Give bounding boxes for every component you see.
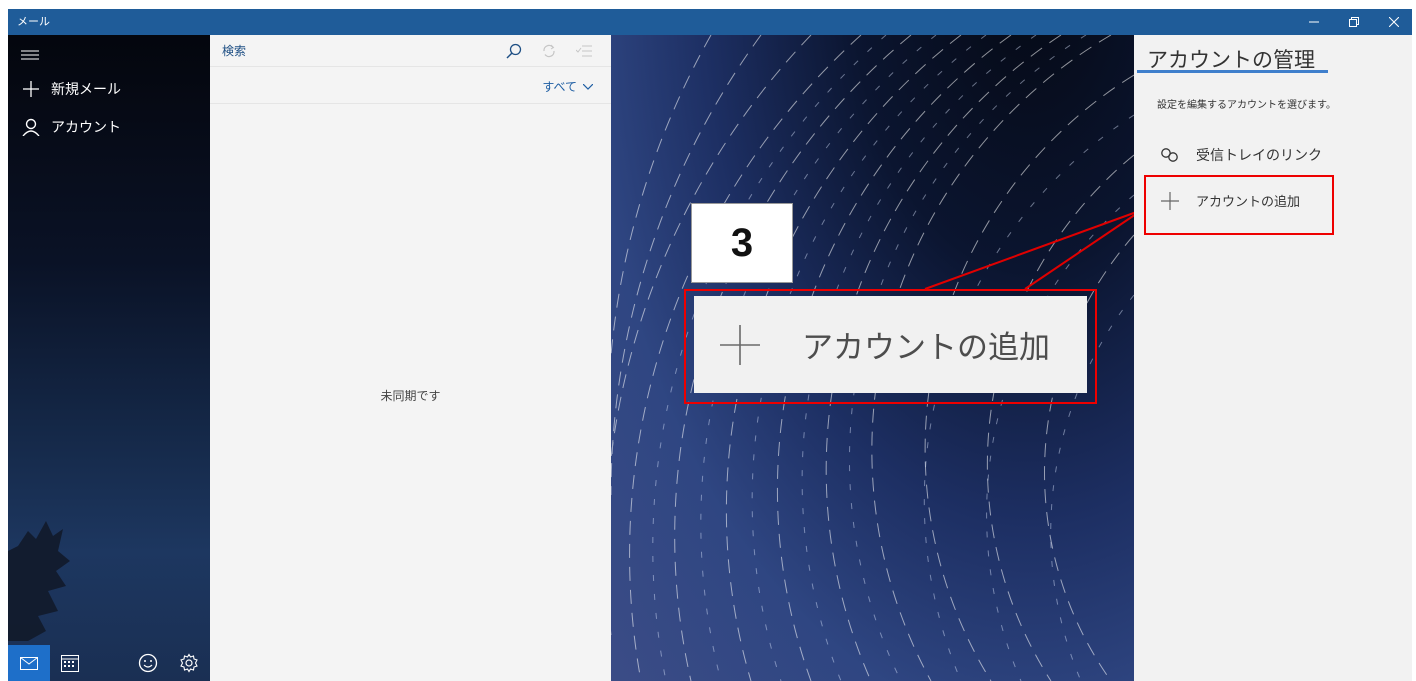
hamburger-menu-button[interactable] [21, 47, 39, 66]
hamburger-icon [21, 50, 39, 60]
search-input[interactable] [220, 38, 494, 64]
linked-inboxes-item[interactable]: 受信トレイのリンク [1158, 145, 1322, 165]
chevron-down-icon [583, 83, 593, 90]
search-icon [506, 43, 522, 59]
manage-accounts-flyout: アカウントの管理 設定を編集するアカウントを選びます。 受信トレイのリンク アカ… [1134, 35, 1412, 681]
add-account-highlight-frame [1144, 175, 1334, 235]
person-icon [19, 118, 43, 136]
new-mail-label: 新規メール [51, 82, 121, 98]
zoomed-add-account-callout: アカウントの追加 [694, 296, 1087, 393]
sync-button[interactable] [538, 40, 560, 62]
flyout-description: 設定を編集するアカウントを選びます。 [1157, 100, 1336, 111]
bottom-toolbar [8, 645, 210, 681]
zoom-label: アカウントの追加 [802, 330, 1050, 366]
search-bar [210, 35, 611, 67]
window-title: メール [17, 15, 50, 28]
minimize-icon [1309, 21, 1319, 23]
calendar-icon [61, 655, 80, 672]
filter-label: すべて [542, 80, 577, 94]
select-list-icon [576, 45, 592, 57]
close-icon [1389, 17, 1399, 27]
window-frame-right [1412, 0, 1416, 681]
account-button[interactable]: アカウント [19, 117, 121, 137]
empty-list-message: 未同期です [380, 389, 441, 403]
zoom-plus-icon [718, 323, 762, 367]
sync-icon [543, 44, 555, 58]
step-number-label: 3 [691, 203, 793, 283]
plus-icon [19, 81, 43, 97]
restore-icon [1349, 17, 1359, 27]
restore-button[interactable] [1334, 9, 1374, 35]
search-button[interactable] [503, 40, 525, 62]
filter-row: すべて [210, 67, 611, 104]
filter-dropdown[interactable]: すべて [542, 78, 593, 95]
link-icon [1158, 148, 1182, 162]
gear-icon [180, 653, 198, 673]
selection-mode-button[interactable] [573, 40, 595, 62]
account-label: アカウント [51, 120, 121, 136]
settings-button[interactable] [168, 645, 210, 681]
linked-inboxes-label: 受信トレイのリンク [1196, 148, 1322, 164]
close-button[interactable] [1374, 9, 1414, 35]
mail-switch-button[interactable] [8, 645, 50, 681]
mail-icon [19, 656, 38, 670]
window-frame-left [0, 0, 8, 681]
minimize-button[interactable] [1294, 9, 1334, 35]
calendar-switch-button[interactable] [50, 645, 92, 681]
tree-silhouette-decoration [8, 521, 70, 641]
message-list-pane: すべて 未同期です [210, 35, 612, 681]
title-bar: メール [8, 9, 1412, 35]
smiley-icon [138, 653, 157, 673]
navigation-pane: 新規メール アカウント [8, 35, 210, 681]
feedback-button[interactable] [127, 645, 169, 681]
flyout-title-underline [1137, 70, 1328, 73]
new-mail-button[interactable]: 新規メール [19, 79, 121, 99]
